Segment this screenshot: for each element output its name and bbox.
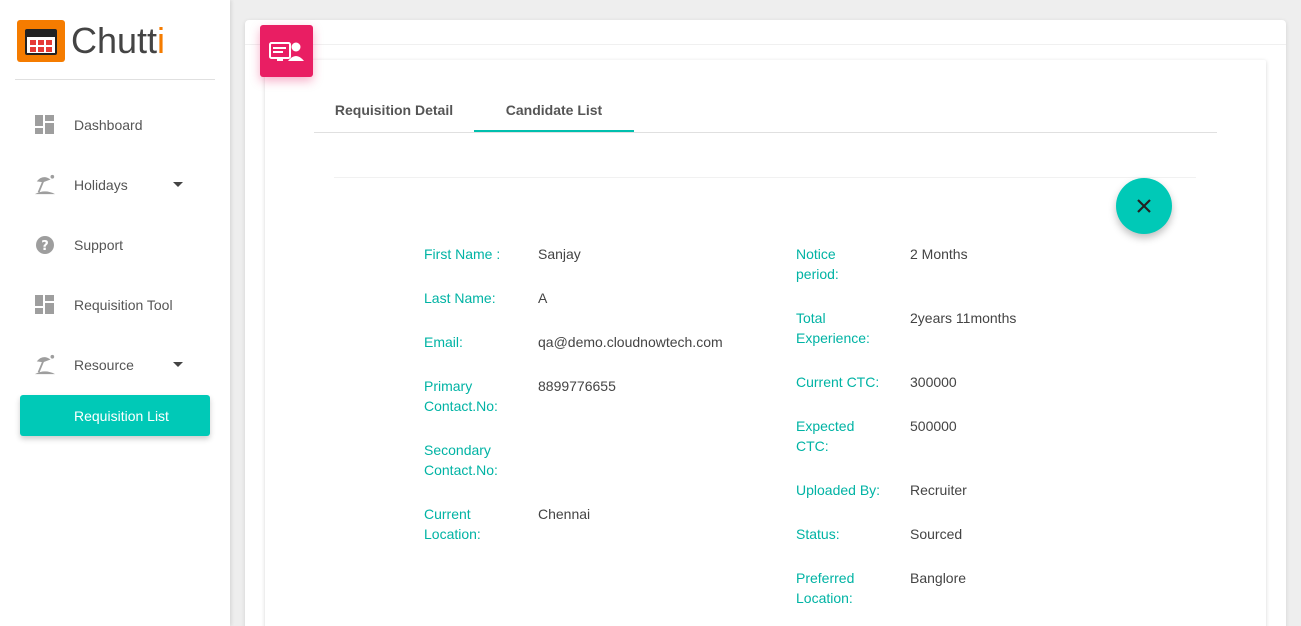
detail-tabs: Requisition Detail Candidate List (314, 88, 1217, 133)
notice-period-label: Notice period: (796, 246, 839, 282)
sidebar: Chutti Dashboard Holidays ? Support Requ… (0, 0, 230, 626)
caret-down-icon[interactable] (173, 182, 183, 187)
beach-icon (34, 354, 56, 376)
status-label: Status: (796, 526, 840, 542)
section-divider (334, 177, 1196, 178)
sidebar-item-label: Dashboard (74, 117, 143, 133)
sidebar-item-label: Requisition Tool (74, 297, 173, 313)
dashboard-icon (34, 294, 56, 316)
sidebar-item-label: Holidays (74, 177, 128, 193)
candidate-card (265, 60, 1266, 626)
sidebar-item-requisition-tool[interactable]: Requisition Tool (0, 275, 230, 335)
close-icon (1137, 199, 1151, 213)
notice-period-value: 2 Months (910, 246, 968, 262)
preferred-location-label: Preferred Location: (796, 570, 855, 606)
tab-requisition-detail[interactable]: Requisition Detail (314, 88, 474, 132)
close-button[interactable] (1116, 178, 1172, 234)
sidebar-divider (15, 79, 215, 80)
sidebar-item-dashboard[interactable]: Dashboard (0, 95, 230, 155)
primary-contact-value: 8899776655 (538, 378, 616, 394)
sidebar-item-label: Resource (74, 357, 134, 373)
outer-card-divider (245, 44, 1286, 45)
sidebar-item-label: Support (74, 237, 124, 253)
current-location-value: Chennai (538, 506, 591, 522)
total-experience-label: Total Experience: (796, 310, 870, 346)
sidebar-item-support[interactable]: ? Support (0, 215, 230, 275)
preferred-location-value: Banglore (910, 570, 967, 586)
current-ctc-label: Current CTC: (796, 374, 880, 390)
sidebar-item-resource[interactable]: Resource (0, 335, 230, 395)
help-icon: ? (34, 234, 56, 256)
sidebar-item-requisition-list[interactable]: Requisition List (20, 395, 210, 436)
total-experience-value: 2years 11months (910, 310, 1017, 326)
dashboard-icon (34, 114, 56, 136)
current-location-label: Current Location: (424, 506, 481, 542)
expected-ctc-value: 500000 (910, 418, 957, 434)
beach-icon (34, 174, 56, 196)
candidate-id-icon (260, 25, 313, 77)
calendar-icon (17, 20, 65, 62)
tab-candidate-list[interactable]: Candidate List (474, 88, 634, 132)
uploaded-by-label: Uploaded By: (796, 482, 881, 498)
primary-contact-label: Primary Contact.No: (424, 378, 498, 414)
svg-text:?: ? (41, 239, 49, 254)
sidebar-nav: Dashboard Holidays ? Support Requisition… (0, 95, 230, 395)
last-name-label: Last Name: (424, 290, 496, 306)
first-name-value: Sanjay (538, 246, 581, 262)
caret-down-icon[interactable] (173, 362, 183, 367)
first-name-label: First Name : (424, 246, 501, 262)
active-tab-indicator (474, 130, 634, 132)
last-name-value: A (538, 290, 548, 306)
secondary-contact-label: Secondary Contact.No: (424, 442, 498, 478)
email-value: qa@demo.cloudnowtech.com (538, 334, 723, 350)
expected-ctc-label: Expected CTC: (796, 418, 855, 454)
sidebar-item-holidays[interactable]: Holidays (0, 155, 230, 215)
logo-text: Chutti (71, 20, 166, 61)
status-value: Sourced (910, 526, 963, 542)
app-logo[interactable]: Chutti (17, 20, 165, 62)
email-label: Email: (424, 334, 463, 350)
current-ctc-value: 300000 (910, 374, 957, 390)
uploaded-by-value: Recruiter (910, 482, 967, 498)
